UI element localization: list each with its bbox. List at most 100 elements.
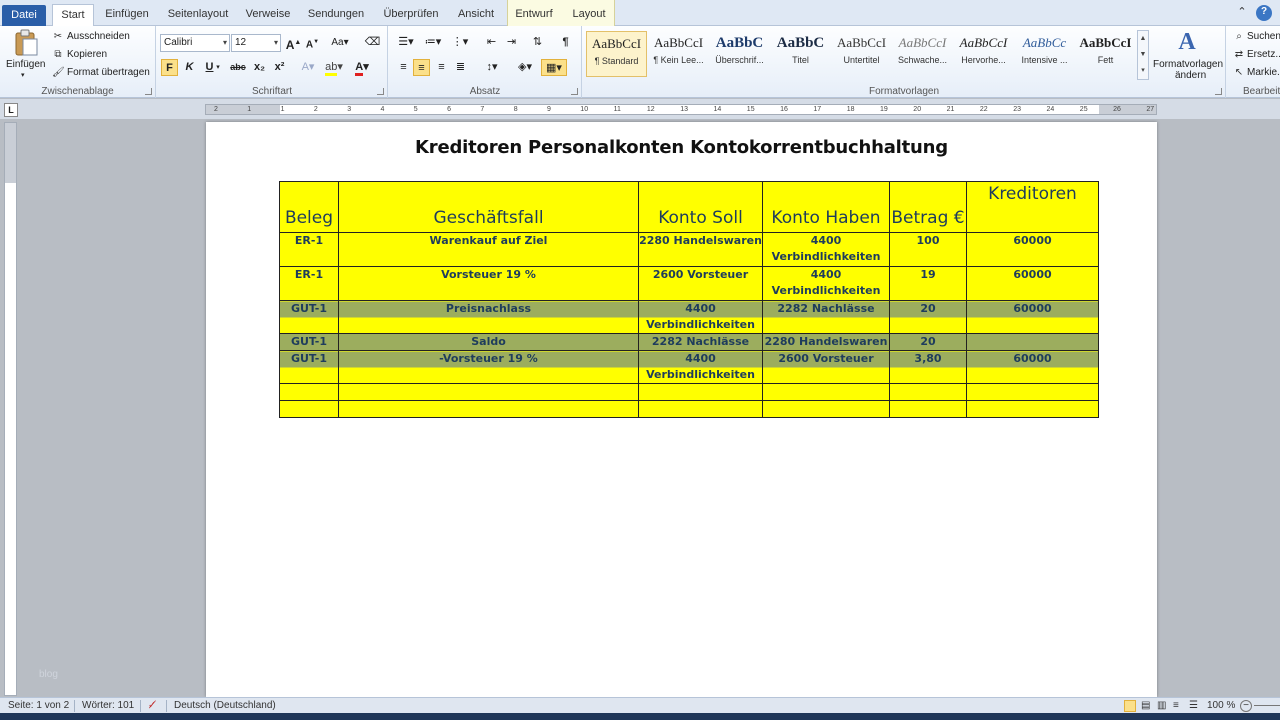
table-cell[interactable]: Saldo bbox=[338, 333, 639, 351]
table-cell[interactable]: 2280 Handelswaren bbox=[762, 333, 890, 351]
table-cell[interactable]: 2600 Vorsteuer bbox=[762, 350, 890, 384]
bullets-icon[interactable]: ☰▾ bbox=[395, 34, 417, 51]
table-cell[interactable] bbox=[966, 333, 1099, 351]
numbering-icon[interactable]: ≔▾ bbox=[422, 34, 444, 51]
table-cell[interactable]: Warenkauf auf Ziel bbox=[338, 232, 639, 267]
table-cell[interactable] bbox=[889, 400, 967, 418]
change-case-icon[interactable]: Aa▾ bbox=[329, 34, 351, 51]
word-count[interactable]: Wörter: 101 bbox=[82, 700, 134, 711]
table-cell[interactable] bbox=[762, 400, 890, 418]
style-fett[interactable]: AaBbCcI Fett bbox=[1075, 31, 1136, 77]
table-cell[interactable]: 60000 bbox=[966, 350, 1099, 384]
table-cell[interactable]: 2280 Handelswaren bbox=[638, 232, 763, 267]
language-indicator[interactable]: Deutsch (Deutschland) bbox=[174, 700, 276, 711]
header-cell[interactable]: Konto Soll bbox=[638, 181, 763, 233]
paragraph-dialog-launcher-icon[interactable] bbox=[571, 88, 578, 95]
table-cell[interactable]: 4400 Verbindlichkeiten bbox=[638, 300, 763, 334]
table-cell[interactable]: -Vorsteuer 19 % bbox=[338, 350, 639, 384]
document-title[interactable]: Kreditoren Personalkonten Kontokorrentbu… bbox=[206, 137, 1157, 158]
table-cell[interactable]: 100 bbox=[889, 232, 967, 267]
table-cell[interactable]: ER-1 bbox=[279, 266, 339, 301]
document-page[interactable]: Kreditoren Personalkonten Kontokorrentbu… bbox=[206, 122, 1157, 697]
tab-datei[interactable]: Datei bbox=[2, 5, 46, 26]
sort-icon[interactable]: ⇅ bbox=[529, 34, 546, 51]
table-cell[interactable] bbox=[966, 400, 1099, 418]
table-cell[interactable] bbox=[279, 383, 339, 401]
horizontal-ruler[interactable]: 2 1 1 2 3 4 5 6 7 8 9 10 11 12 13 14 15 16 17 18 19 20 21 22 23 2… bbox=[205, 104, 1157, 115]
table-cell[interactable]: GUT-1 bbox=[279, 350, 339, 384]
header-cell[interactable]: Betrag € bbox=[889, 181, 967, 233]
table-cell[interactable] bbox=[638, 400, 763, 418]
chevron-down-icon[interactable]: ▼ bbox=[1138, 47, 1148, 63]
chevron-down-icon[interactable]: ▾ bbox=[213, 59, 223, 76]
style-untertitel[interactable]: AaBbCcI Untertitel bbox=[831, 31, 892, 77]
zoom-level[interactable]: 100 % bbox=[1207, 700, 1235, 711]
zoom-out-icon[interactable]: − bbox=[1240, 700, 1252, 712]
tab-ueberpruefen[interactable]: Überprüfen bbox=[378, 4, 444, 26]
tab-ansicht[interactable]: Ansicht bbox=[452, 4, 500, 26]
tab-layout[interactable]: Layout bbox=[565, 4, 613, 26]
paste-dropdown-icon[interactable]: ▾ bbox=[21, 71, 25, 79]
draft-view-icon[interactable]: ☰ bbox=[1189, 700, 1198, 711]
tab-sendungen[interactable]: Sendungen bbox=[304, 4, 368, 26]
table-cell[interactable]: GUT-1 bbox=[279, 300, 339, 334]
bold-button[interactable]: F bbox=[161, 59, 178, 76]
style-kein-leerraum[interactable]: AaBbCcI ¶ Kein Lee... bbox=[648, 31, 709, 77]
chevron-up-icon[interactable]: ▲ bbox=[1138, 31, 1148, 47]
table-cell[interactable] bbox=[279, 400, 339, 418]
help-icon[interactable]: ? bbox=[1256, 5, 1272, 21]
justify-icon[interactable]: ≣ bbox=[452, 59, 469, 76]
highlight-color-icon[interactable]: ab▾ bbox=[323, 59, 345, 76]
table-cell[interactable]: 4400 Verbindlichkeiten bbox=[638, 350, 763, 384]
header-cell[interactable]: Beleg bbox=[279, 181, 339, 233]
italic-button[interactable]: K bbox=[181, 59, 198, 76]
table-cell[interactable]: 60000 bbox=[966, 300, 1099, 334]
page-count[interactable]: Seite: 1 von 2 bbox=[8, 700, 69, 711]
text-effects-icon[interactable]: A▾ bbox=[297, 59, 319, 76]
style-intensive-hervorhebung[interactable]: AaBbCc Intensive ... bbox=[1014, 31, 1075, 77]
subscript-button[interactable]: x₂ bbox=[251, 59, 268, 76]
font-name-combo[interactable]: Calibri ▾ bbox=[160, 34, 230, 52]
header-cell[interactable]: Kreditoren bbox=[966, 181, 1099, 233]
strikethrough-button[interactable]: abc bbox=[227, 59, 249, 76]
align-center-icon[interactable]: ≡ bbox=[413, 59, 430, 76]
tab-entwurf[interactable]: Entwurf bbox=[510, 4, 558, 26]
table-cell[interactable]: Vorsteuer 19 % bbox=[338, 266, 639, 301]
clipboard-dialog-launcher-icon[interactable] bbox=[145, 88, 152, 95]
tab-einfuegen[interactable]: Einfügen bbox=[100, 4, 154, 26]
table-cell[interactable]: 3,80 bbox=[889, 350, 967, 384]
multilevel-list-icon[interactable]: ⋮▾ bbox=[449, 34, 471, 51]
shading-icon[interactable]: ◈▾ bbox=[513, 59, 537, 76]
style-titel[interactable]: AaBbC Titel bbox=[770, 31, 831, 77]
styles-gallery-scroller[interactable]: ▲ ▼ ▾ bbox=[1137, 30, 1149, 80]
superscript-button[interactable]: x² bbox=[271, 59, 288, 76]
show-formatting-marks-icon[interactable]: ¶ bbox=[557, 34, 574, 51]
table-cell[interactable]: Preisnachlass bbox=[338, 300, 639, 334]
ledger-table[interactable]: Beleg Geschäftsfall Konto Soll Konto Hab… bbox=[279, 181, 1099, 418]
print-layout-view-icon[interactable] bbox=[1124, 700, 1136, 712]
table-cell[interactable]: ER-1 bbox=[279, 232, 339, 267]
header-cell[interactable]: Geschäftsfall bbox=[338, 181, 639, 233]
style-hervorhebung[interactable]: AaBbCcI Hervorhe... bbox=[953, 31, 1014, 77]
table-cell[interactable] bbox=[338, 383, 639, 401]
table-cell[interactable]: 20 bbox=[889, 300, 967, 334]
table-cell[interactable]: 4400 Verbindlichkeiten bbox=[762, 266, 890, 301]
table-cell[interactable]: 4400 Verbindlichkeiten bbox=[762, 232, 890, 267]
minimize-ribbon-icon[interactable]: ⌃ bbox=[1235, 5, 1249, 19]
shrink-font-icon[interactable]: A▼ bbox=[304, 34, 321, 51]
gallery-more-icon[interactable]: ▾ bbox=[1138, 63, 1148, 79]
tab-stop-selector-icon[interactable]: L bbox=[4, 103, 18, 117]
tab-start[interactable]: Start bbox=[52, 4, 94, 27]
table-cell[interactable]: 2282 Nachlässe bbox=[638, 333, 763, 351]
table-cell[interactable] bbox=[966, 383, 1099, 401]
font-dialog-launcher-icon[interactable] bbox=[377, 88, 384, 95]
tab-verweise[interactable]: Verweise bbox=[242, 4, 294, 26]
table-cell[interactable] bbox=[889, 383, 967, 401]
table-cell[interactable]: 20 bbox=[889, 333, 967, 351]
increase-indent-icon[interactable]: ⇥ bbox=[503, 34, 520, 51]
table-cell[interactable] bbox=[338, 400, 639, 418]
table-cell[interactable]: 60000 bbox=[966, 266, 1099, 301]
table-cell[interactable]: GUT-1 bbox=[279, 333, 339, 351]
proofing-icon[interactable]: ✓̸ bbox=[148, 700, 156, 711]
decrease-indent-icon[interactable]: ⇤ bbox=[483, 34, 500, 51]
